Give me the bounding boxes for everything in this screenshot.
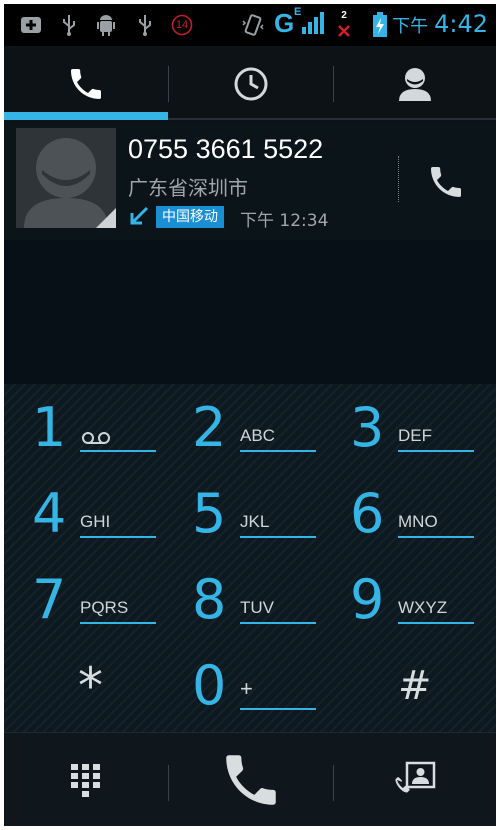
key-digit: 0 <box>192 654 227 717</box>
network-type: G <box>274 8 295 38</box>
key-digit: 6 <box>350 482 385 545</box>
battery-charging-icon <box>370 12 390 38</box>
key-underline <box>240 450 316 452</box>
key-digit: 8 <box>192 568 227 631</box>
card-divider <box>398 156 400 202</box>
add-box-icon <box>18 14 44 36</box>
key-star[interactable]: * <box>8 646 168 732</box>
phone-icon <box>431 167 461 197</box>
usb-icon <box>134 14 156 36</box>
clock-period: 下午 <box>392 16 429 37</box>
no-sim-icon: 2 <box>334 10 354 40</box>
voicemail-icon <box>82 430 110 449</box>
key-underline <box>398 622 474 624</box>
vibrate-icon <box>240 14 266 36</box>
tab-bar <box>4 46 496 122</box>
key-underline <box>240 708 316 710</box>
tab-contacts[interactable] <box>334 46 496 122</box>
avatar[interactable] <box>16 128 116 228</box>
key-underline <box>80 622 156 624</box>
bottom-action-bar <box>4 732 496 826</box>
notification-count: 14 <box>175 19 189 31</box>
key-2[interactable]: 2 ABC <box>168 388 328 474</box>
key-7[interactable]: 7 PQRS <box>8 560 168 646</box>
caller-number: 0755 3661 5522 <box>128 134 324 164</box>
carrier-badge: 中国移动 <box>156 206 224 228</box>
clock-time: 4:42 <box>434 10 488 38</box>
key-3[interactable]: 3 DEF <box>326 388 486 474</box>
key-digit: 7 <box>32 568 67 631</box>
phone-call-icon <box>226 755 276 805</box>
key-1[interactable]: 1 <box>8 388 168 474</box>
key-9[interactable]: 9 WXYZ <box>326 560 486 646</box>
call-button[interactable] <box>169 733 333 826</box>
key-underline <box>80 450 156 452</box>
key-symbol: # <box>398 663 432 709</box>
contact-card-icon <box>395 761 436 793</box>
key-letters: GHI <box>80 512 111 531</box>
tab-phone[interactable] <box>4 46 168 122</box>
tab-recents[interactable] <box>169 46 333 122</box>
call-log-area <box>4 240 496 384</box>
call-back-button[interactable] <box>414 150 478 214</box>
key-underline <box>398 450 474 452</box>
notification-count-icon: 14 <box>170 14 194 36</box>
call-time: 下午 12:34 <box>240 211 329 231</box>
usb-icon <box>58 14 80 36</box>
key-hash[interactable]: # <box>326 646 486 732</box>
key-symbol: * <box>78 657 103 715</box>
key-4[interactable]: 4 GHI <box>8 474 168 560</box>
key-underline <box>240 536 316 538</box>
key-letters: DEF <box>398 426 432 445</box>
dialpad: 1 2 ABC 3 DEF 4 GHI 5 JKL 6 MNO 7 PQRS 8… <box>4 384 496 732</box>
status-bar: 14 G E 2 下午 4:42 <box>4 4 496 46</box>
key-digit: 1 <box>32 396 67 459</box>
incoming-call-arrow-icon <box>128 204 150 228</box>
key-6[interactable]: 6 MNO <box>326 474 486 560</box>
signal-icon <box>300 12 326 34</box>
recent-call-card[interactable]: 0755 3661 5522 广东省深圳市 中国移动 下午 12:34 <box>4 122 496 241</box>
tab-selected-indicator <box>4 112 168 120</box>
phone-icon <box>71 69 101 99</box>
key-digit: 3 <box>350 396 385 459</box>
key-letters: WXYZ <box>398 598 448 617</box>
key-letters: PQRS <box>80 598 129 617</box>
caller-location: 广东省深圳市 <box>128 176 248 200</box>
phone-screen: 14 G E 2 下午 4:42 0755 3661 5522 广东省深圳市 中… <box>4 4 496 826</box>
dialpad-grid-icon <box>71 764 100 797</box>
key-0[interactable]: 0 + <box>168 646 328 732</box>
key-digit: 9 <box>350 568 385 631</box>
key-letters: MNO <box>398 512 438 531</box>
dialpad-toggle-button[interactable] <box>4 733 168 826</box>
key-underline <box>398 536 474 538</box>
key-letters: JKL <box>240 512 270 531</box>
key-underline <box>80 536 156 538</box>
key-underline <box>240 622 316 624</box>
person-icon <box>399 68 431 101</box>
clock-icon <box>234 67 268 101</box>
key-8[interactable]: 8 TUV <box>168 560 328 646</box>
key-digit: 5 <box>192 482 227 545</box>
clock: 下午 4:42 <box>392 10 488 38</box>
key-digit: 4 <box>32 482 67 545</box>
contacts-button[interactable] <box>334 733 496 826</box>
key-letters: TUV <box>240 598 274 617</box>
sim-slot-number: 2 <box>341 10 347 21</box>
key-digit: 2 <box>192 396 227 459</box>
key-letters: + <box>240 676 253 701</box>
key-letters: ABC <box>240 426 275 445</box>
key-5[interactable]: 5 JKL <box>168 474 328 560</box>
android-debug-icon <box>94 14 118 36</box>
